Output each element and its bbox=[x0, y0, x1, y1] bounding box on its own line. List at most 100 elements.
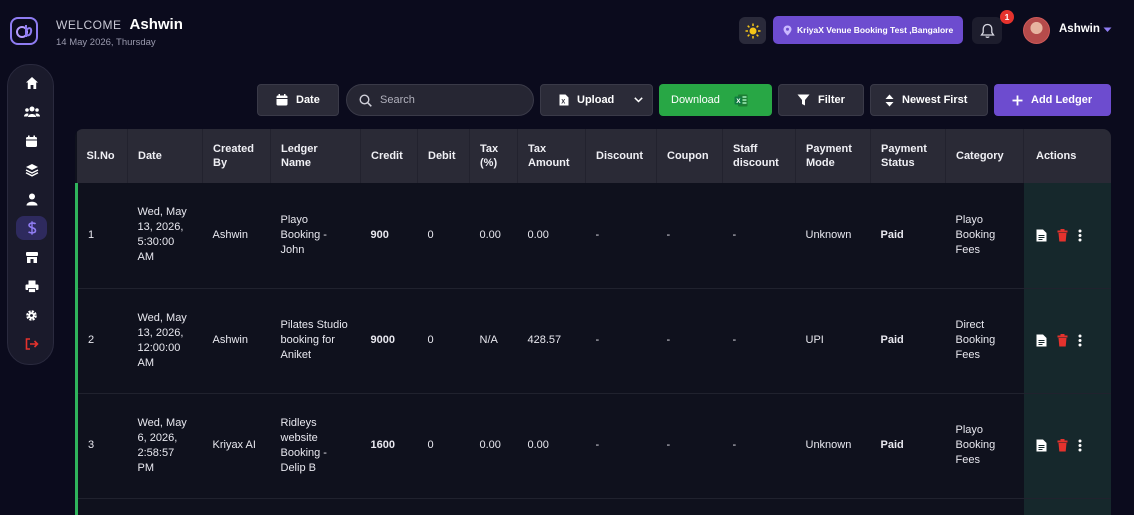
cell-sl-no: 3 bbox=[75, 393, 128, 499]
filter-button[interactable]: Filter bbox=[778, 84, 864, 116]
app-logo[interactable] bbox=[10, 17, 38, 45]
download-label: Download bbox=[671, 94, 720, 106]
dollar-icon bbox=[27, 221, 36, 235]
sidebar-item-calendar[interactable] bbox=[16, 129, 47, 153]
cell-payment-mode: Unknown bbox=[795, 183, 871, 289]
cell-payment-mode: UPI bbox=[795, 288, 871, 394]
cell-debit: 0 bbox=[417, 393, 470, 499]
table-row: 3 Wed, May 6, 2026, 2:58:57 PM Kriyax AI… bbox=[75, 393, 1111, 499]
download-button[interactable]: Download X bbox=[659, 84, 772, 116]
trash-icon[interactable] bbox=[1057, 439, 1068, 452]
cell-created-by: Ashwin bbox=[202, 288, 271, 394]
svg-text:X: X bbox=[561, 99, 565, 105]
sidebar-item-layers[interactable] bbox=[16, 158, 47, 182]
cell-sl-no: 1 bbox=[75, 183, 128, 289]
more-vertical-icon[interactable] bbox=[1078, 334, 1082, 347]
cell-credit: 900 bbox=[360, 183, 418, 289]
cell-date: Wed, May 6, 2026, 2:58:57 PM bbox=[127, 393, 203, 499]
column-header-discount: Discount bbox=[585, 129, 657, 183]
plus-icon bbox=[1012, 95, 1023, 105]
cell-created-by: Ashwin bbox=[202, 183, 271, 289]
sidebar-item-users[interactable] bbox=[16, 100, 47, 124]
trash-icon[interactable] bbox=[1057, 228, 1068, 242]
avatar[interactable] bbox=[1023, 17, 1050, 44]
add-ledger-button[interactable]: Add Ledger bbox=[994, 84, 1111, 116]
cell-tax-pct: 0.00 bbox=[469, 393, 518, 499]
sidebar-item-store[interactable] bbox=[16, 245, 47, 269]
document-icon[interactable] bbox=[1036, 334, 1047, 347]
cell-empty bbox=[722, 498, 796, 515]
cell-category: Playo Booking Fees bbox=[945, 393, 1024, 499]
cell-empty bbox=[469, 498, 518, 515]
cell-discount: - bbox=[585, 288, 657, 394]
sort-label: Newest First bbox=[902, 94, 968, 106]
more-vertical-icon[interactable] bbox=[1078, 229, 1082, 242]
cell-empty bbox=[795, 498, 871, 515]
cell-tax-amount: 0.00 bbox=[517, 393, 586, 499]
date-filter-button[interactable]: Date bbox=[257, 84, 339, 116]
cell-empty bbox=[75, 498, 128, 515]
logout-icon bbox=[25, 338, 39, 350]
cell-actions bbox=[1023, 498, 1111, 515]
table-header-row: Sl.No Date Created By Ledger Name Credit… bbox=[76, 129, 1111, 183]
chevron-down-icon bbox=[634, 97, 644, 103]
document-icon[interactable] bbox=[1036, 439, 1047, 452]
theme-toggle-button[interactable] bbox=[739, 17, 766, 44]
cell-empty bbox=[270, 498, 361, 515]
column-header-debit: Debit bbox=[417, 129, 470, 183]
sidebar-item-logout[interactable] bbox=[16, 332, 47, 356]
cell-empty bbox=[870, 498, 946, 515]
venue-selector-button[interactable]: KriyaX Venue Booking Test ,Bangalore bbox=[773, 16, 963, 44]
cell-tax-pct: N/A bbox=[469, 288, 518, 394]
notifications-button[interactable] bbox=[972, 17, 1002, 44]
upload-label: Upload bbox=[577, 94, 615, 106]
column-header-coupon: Coupon bbox=[656, 129, 723, 183]
cell-actions bbox=[1023, 183, 1111, 289]
chevron-down-icon[interactable] bbox=[1103, 27, 1112, 33]
search-input[interactable]: Search bbox=[346, 84, 534, 116]
column-header-staff-discount: Staff discount bbox=[722, 129, 796, 183]
cell-sl-no: 2 bbox=[75, 288, 128, 394]
column-header-sl-no: Sl.No bbox=[76, 129, 128, 183]
bell-icon bbox=[979, 23, 995, 38]
sidebar-item-ledger[interactable] bbox=[16, 216, 47, 240]
users-icon bbox=[23, 106, 40, 117]
svg-text:X: X bbox=[736, 98, 741, 105]
cell-credit: 1600 bbox=[360, 393, 418, 499]
cell-ledger-name: Playo Booking - John bbox=[270, 183, 361, 289]
upload-button[interactable]: X Upload bbox=[540, 84, 653, 116]
column-header-category: Category bbox=[945, 129, 1024, 183]
cell-empty bbox=[585, 498, 657, 515]
welcome-label: WELCOME bbox=[56, 18, 122, 32]
cell-date: Wed, May 13, 2026, 12:00:00 AM bbox=[127, 288, 203, 394]
profile-name[interactable]: Ashwin bbox=[1059, 23, 1100, 35]
trash-icon[interactable] bbox=[1057, 334, 1068, 347]
excel-icon: X bbox=[734, 94, 748, 106]
search-placeholder: Search bbox=[380, 94, 415, 106]
cell-created-by: Kriyax AI bbox=[202, 393, 271, 499]
cell-ledger-name: Ridleys website Booking - Delip B bbox=[270, 393, 361, 499]
home-icon bbox=[25, 77, 38, 89]
sidebar-item-home[interactable] bbox=[16, 71, 47, 95]
add-ledger-label: Add Ledger bbox=[1031, 94, 1093, 106]
notification-count-badge: 1 bbox=[1000, 10, 1014, 24]
excel-file-icon: X bbox=[559, 94, 569, 106]
cell-tax-pct: 0.00 bbox=[469, 183, 518, 289]
sort-button[interactable]: Newest First bbox=[870, 84, 988, 116]
document-icon[interactable] bbox=[1036, 229, 1047, 242]
cell-payment-status: Paid bbox=[870, 393, 946, 499]
sidebar-item-profile[interactable] bbox=[16, 187, 47, 211]
cell-credit: 9000 bbox=[360, 288, 418, 394]
cell-coupon: - bbox=[656, 183, 723, 289]
cell-empty bbox=[517, 498, 586, 515]
sidebar-item-print[interactable] bbox=[16, 274, 47, 298]
printer-icon bbox=[25, 280, 38, 293]
cell-empty bbox=[417, 498, 470, 515]
cell-payment-status: Paid bbox=[870, 183, 946, 289]
more-vertical-icon[interactable] bbox=[1078, 439, 1082, 452]
cell-coupon: - bbox=[656, 393, 723, 499]
cell-staff-discount: - bbox=[722, 288, 796, 394]
user-icon bbox=[26, 193, 37, 205]
sidebar-item-settings[interactable] bbox=[16, 303, 47, 327]
sidebar bbox=[7, 64, 54, 365]
